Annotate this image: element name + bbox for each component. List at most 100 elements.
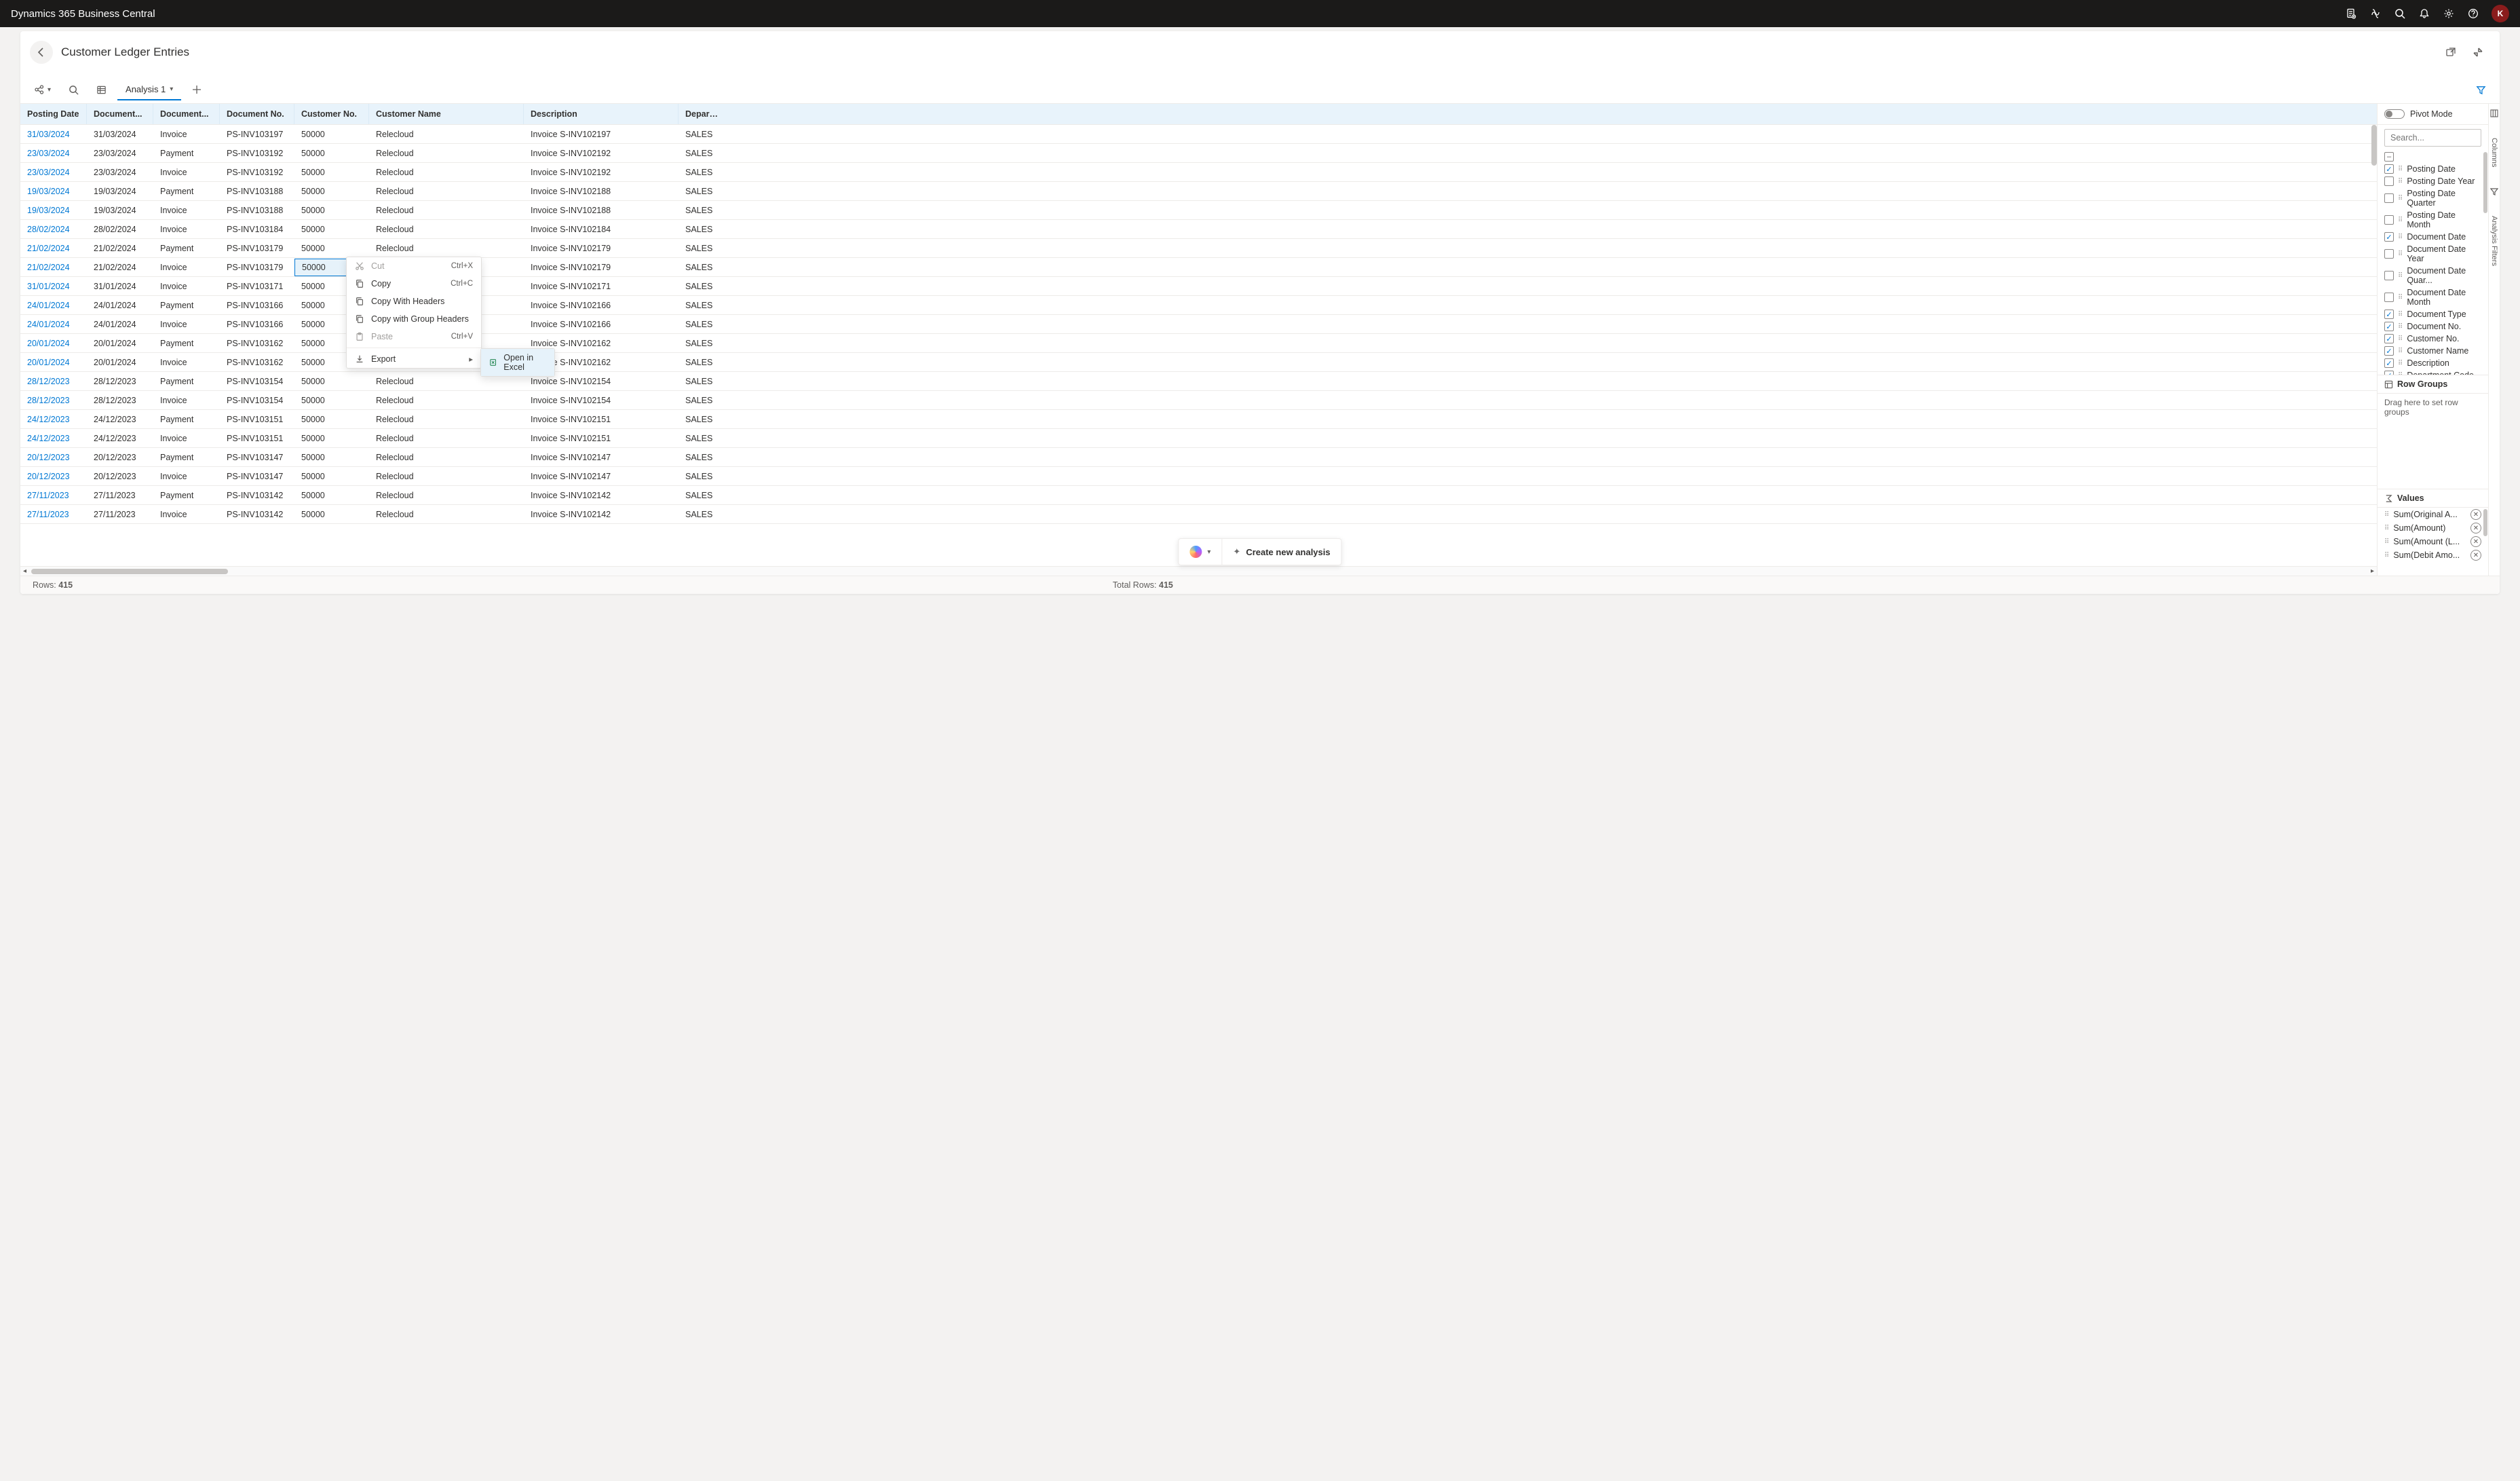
remove-button[interactable]: ✕ — [2470, 509, 2481, 520]
field-search-input[interactable] — [2384, 129, 2481, 147]
remove-button[interactable]: ✕ — [2470, 536, 2481, 547]
grid-cell[interactable]: 21/02/2024 — [20, 244, 87, 253]
col-customer-no[interactable]: Customer No. — [294, 104, 369, 124]
ctx-copy[interactable]: CopyCtrl+C — [347, 275, 481, 293]
field-item[interactable]: ⠿Document Date Year — [2378, 243, 2488, 265]
field-item[interactable]: ⠿Document Date Month — [2378, 286, 2488, 308]
grid-cell[interactable]: 28/12/2023 — [20, 396, 87, 405]
field-item[interactable]: ⠿Document Date Quar... — [2378, 265, 2488, 286]
grid-cell[interactable]: 23/03/2024 — [20, 149, 87, 158]
drag-handle-icon[interactable]: ⠿ — [2384, 552, 2389, 559]
table-row[interactable]: 24/12/202324/12/2023InvoicePS-INV1031515… — [20, 429, 2377, 448]
drag-handle-icon[interactable]: ⠿ — [2398, 195, 2403, 202]
drag-handle-icon[interactable]: ⠿ — [2384, 525, 2389, 532]
drag-handle-icon[interactable]: ⠿ — [2398, 323, 2403, 331]
field-item[interactable]: ⠿Description — [2378, 357, 2488, 369]
grid-cell[interactable]: 20/12/2023 — [20, 472, 87, 481]
grid-cell[interactable]: 24/01/2024 — [20, 320, 87, 329]
notifications-icon[interactable] — [2418, 7, 2430, 20]
grid-cell[interactable]: 28/12/2023 — [20, 377, 87, 386]
table-row[interactable]: 23/03/202423/03/2024PaymentPS-INV1031925… — [20, 144, 2377, 163]
grid-cell[interactable]: 19/03/2024 — [20, 187, 87, 196]
help-icon[interactable] — [2467, 7, 2479, 20]
pivot-mode-toggle[interactable] — [2384, 109, 2405, 119]
field-item[interactable]: ⠿Document Date — [2378, 231, 2488, 243]
checkbox-icon[interactable] — [2384, 215, 2394, 225]
grid-cell[interactable]: 27/11/2023 — [20, 491, 87, 500]
table-row[interactable]: 24/12/202324/12/2023PaymentPS-INV1031515… — [20, 410, 2377, 429]
checkbox-icon[interactable] — [2384, 310, 2394, 319]
filters-tab-icon[interactable] — [2490, 187, 2498, 195]
user-avatar[interactable]: K — [2492, 5, 2509, 22]
field-list-scrollbar[interactable] — [2483, 152, 2487, 213]
copilot-icon[interactable] — [2369, 7, 2382, 20]
table-row[interactable]: 20/12/202320/12/2023InvoicePS-INV1031475… — [20, 467, 2377, 486]
field-item[interactable]: ⠿Posting Date Month — [2378, 209, 2488, 231]
vertical-scrollbar[interactable] — [2371, 125, 2377, 566]
ctx-copy-headers[interactable]: Copy With Headers — [347, 293, 481, 310]
field-item[interactable]: ⠿Department Code — [2378, 369, 2488, 375]
table-row[interactable]: 27/11/202327/11/2023InvoicePS-INV1031425… — [20, 505, 2377, 524]
checkbox-icon[interactable] — [2384, 346, 2394, 356]
grid-cell[interactable]: 24/12/2023 — [20, 415, 87, 424]
columns-tab-icon[interactable] — [2490, 109, 2498, 117]
field-item[interactable]: ⠿Posting Date Quarter — [2378, 187, 2488, 209]
field-item[interactable]: ⠿Document Type — [2378, 308, 2488, 320]
field-list[interactable]: ⠿Posting Date⠿Posting Date Year⠿Posting … — [2378, 151, 2488, 375]
drag-handle-icon[interactable]: ⠿ — [2384, 511, 2389, 519]
checkbox-icon[interactable] — [2384, 176, 2394, 186]
page-add-icon[interactable] — [2345, 7, 2357, 20]
value-item[interactable]: ⠿Sum(Amount (L...✕ — [2378, 535, 2488, 548]
checkbox-icon[interactable] — [2384, 293, 2394, 302]
value-item[interactable]: ⠿Sum(Debit Amo...✕ — [2378, 548, 2488, 562]
ctx-export[interactable]: Export▸ Open in Excel — [347, 350, 481, 368]
checkbox-icon[interactable] — [2384, 193, 2394, 203]
drag-handle-icon[interactable]: ⠿ — [2398, 360, 2403, 367]
col-document-date[interactable]: Document... — [87, 104, 153, 124]
drag-handle-icon[interactable]: ⠿ — [2398, 311, 2403, 318]
table-row[interactable]: 28/12/202328/12/2023PaymentPS-INV1031545… — [20, 372, 2377, 391]
table-row[interactable]: 23/03/202423/03/2024InvoicePS-INV1031925… — [20, 163, 2377, 182]
drag-handle-icon[interactable]: ⠿ — [2398, 250, 2403, 258]
grid-cell[interactable]: 27/11/2023 — [20, 510, 87, 519]
checkbox-icon[interactable] — [2384, 271, 2394, 280]
search-icon[interactable] — [2394, 7, 2406, 20]
drag-handle-icon[interactable]: ⠿ — [2398, 166, 2403, 173]
table-row[interactable]: 31/03/202431/03/2024InvoicePS-INV1031975… — [20, 125, 2377, 144]
field-item[interactable]: ⠿Customer Name — [2378, 345, 2488, 357]
table-row[interactable]: 20/12/202320/12/2023PaymentPS-INV1031475… — [20, 448, 2377, 467]
remove-button[interactable]: ✕ — [2470, 523, 2481, 533]
drag-handle-icon[interactable]: ⠿ — [2398, 372, 2403, 375]
drag-handle-icon[interactable]: ⠿ — [2398, 335, 2403, 343]
search-button[interactable] — [62, 79, 85, 100]
ctx-open-in-excel[interactable]: Open in Excel — [481, 349, 554, 376]
grid-cell[interactable]: 20/01/2024 — [20, 358, 87, 367]
ctx-copy-group-headers[interactable]: Copy with Group Headers — [347, 310, 481, 328]
drag-handle-icon[interactable]: ⠿ — [2398, 294, 2403, 301]
col-customer-name[interactable]: Customer Name — [369, 104, 524, 124]
field-item[interactable]: ⠿Document No. — [2378, 320, 2488, 333]
checkbox-icon[interactable] — [2384, 232, 2394, 242]
row-groups-header[interactable]: Row Groups — [2378, 375, 2488, 394]
drag-handle-icon[interactable]: ⠿ — [2384, 538, 2389, 546]
copilot-menu-button[interactable]: ▾ — [1179, 539, 1221, 565]
field-item[interactable]: ⠿Posting Date — [2378, 163, 2488, 175]
analysis-tab[interactable]: Analysis 1 ▾ — [117, 79, 181, 100]
checkbox-icon[interactable] — [2384, 334, 2394, 343]
grid-cell[interactable]: 20/01/2024 — [20, 339, 87, 348]
table-row[interactable]: 21/02/202421/02/2024PaymentPS-INV1031795… — [20, 239, 2377, 258]
settings-icon[interactable] — [2443, 7, 2455, 20]
grid-cell[interactable]: 19/03/2024 — [20, 206, 87, 215]
field-select-all[interactable] — [2378, 151, 2488, 163]
grid-cell[interactable]: 28/02/2024 — [20, 225, 87, 234]
grid-cell[interactable]: 24/01/2024 — [20, 301, 87, 310]
add-analysis-button[interactable] — [185, 79, 208, 100]
checkbox-indeterminate-icon[interactable] — [2384, 152, 2394, 162]
checkbox-icon[interactable] — [2384, 249, 2394, 259]
row-groups-dropzone[interactable]: Drag here to set row groups — [2378, 394, 2488, 421]
field-item[interactable]: ⠿Posting Date Year — [2378, 175, 2488, 187]
table-row[interactable]: 19/03/202419/03/2024InvoicePS-INV1031885… — [20, 201, 2377, 220]
drag-handle-icon[interactable]: ⠿ — [2398, 348, 2403, 355]
horizontal-scrollbar[interactable]: ◂ ▸ — [20, 566, 2377, 576]
checkbox-icon[interactable] — [2384, 371, 2394, 375]
